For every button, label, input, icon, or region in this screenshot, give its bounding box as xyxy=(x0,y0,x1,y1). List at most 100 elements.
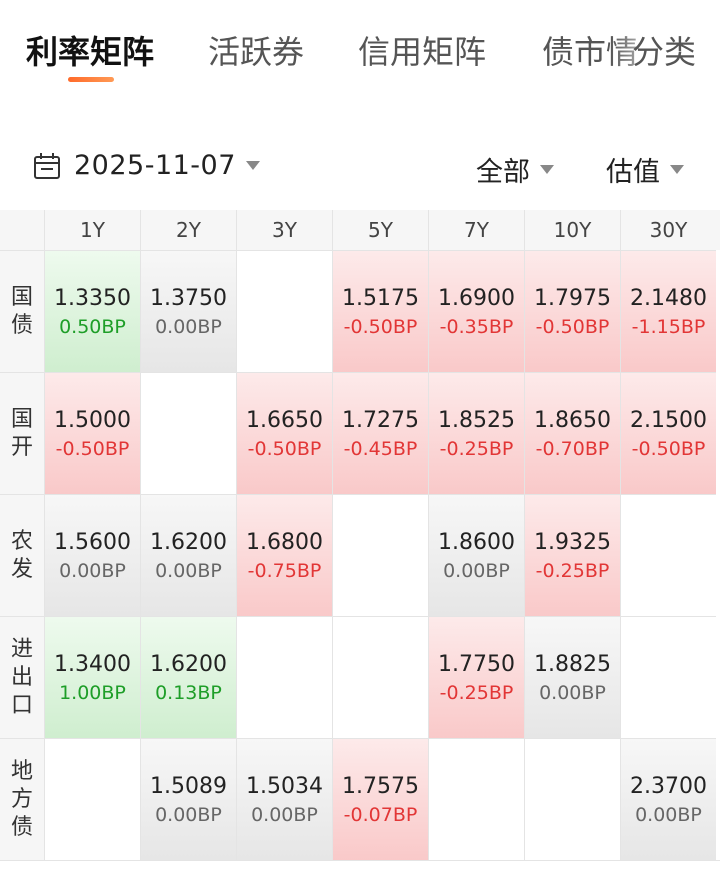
column-header: 30Y xyxy=(620,210,716,250)
row-label-char: 方 xyxy=(10,786,33,812)
column-header: 5Y xyxy=(332,210,428,250)
column-header: 7Y xyxy=(428,210,524,250)
matrix-header-row: 1Y 2Y 3Y 5Y 7Y 10Y 30Y xyxy=(0,210,720,250)
matrix-cell[interactable]: 1.9325 -0.25BP xyxy=(524,494,620,616)
yield-change: 0.50BP xyxy=(59,315,126,338)
yield-change: -0.07BP xyxy=(343,803,418,826)
scope-dropdown[interactable]: 全部 xyxy=(476,150,554,189)
yield-value: 1.3750 xyxy=(150,285,227,311)
matrix-row: 地方债 1.5089 0.00BP 1.5034 0.00BP 1.7575 -0.07BP… xyxy=(0,738,720,860)
yield-value: 1.6200 xyxy=(150,529,227,555)
calendar-icon xyxy=(34,152,60,179)
matrix-cell xyxy=(620,494,716,616)
yield-change: 0.00BP xyxy=(155,559,222,582)
metric-value: 估值 xyxy=(606,157,660,188)
matrix-cell[interactable]: 1.6200 0.13BP xyxy=(140,616,236,738)
matrix-cell[interactable]: 1.7575 -0.07BP xyxy=(332,738,428,860)
yield-change: 0.00BP xyxy=(155,803,222,826)
yield-change: 0.00BP xyxy=(443,559,510,582)
matrix-row: 国债 1.3350 0.50BP 1.3750 0.00BP 1.5175 -0.50BP 1… xyxy=(0,250,720,372)
yield-change: -0.50BP xyxy=(535,315,610,338)
matrix-cell xyxy=(236,250,332,372)
yield-value: 1.5000 xyxy=(54,407,131,433)
row-label-char: 口 xyxy=(10,692,33,718)
row-label: 农发 xyxy=(0,494,44,616)
matrix-cell[interactable]: 1.8825 0.00BP xyxy=(524,616,620,738)
matrix-cell[interactable]: 1.6650 -0.50BP xyxy=(236,372,332,494)
yield-change: -0.50BP xyxy=(55,437,130,460)
date-value: 2025-11-07 xyxy=(74,150,236,181)
matrix-cell xyxy=(332,616,428,738)
matrix-cell[interactable]: 1.5175 -0.50BP xyxy=(332,250,428,372)
row-label-char: 出 xyxy=(10,664,33,690)
matrix-cell xyxy=(140,372,236,494)
yield-change: -0.70BP xyxy=(535,437,610,460)
matrix-cell[interactable]: 1.6200 0.00BP xyxy=(140,494,236,616)
metric-dropdown[interactable]: 估值 xyxy=(606,150,684,189)
yield-value: 1.5089 xyxy=(150,773,227,799)
matrix-cell[interactable]: 2.3700 0.00BP xyxy=(620,738,716,860)
matrix-cell[interactable]: 1.7750 -0.25BP xyxy=(428,616,524,738)
column-header: 2Y xyxy=(140,210,236,250)
matrix-cell[interactable]: 2.1500 -0.50BP xyxy=(620,372,716,494)
matrix-cell[interactable]: 1.8525 -0.25BP xyxy=(428,372,524,494)
column-header: 3Y xyxy=(236,210,332,250)
chevron-down-icon xyxy=(670,165,684,174)
row-label: 进出口 xyxy=(0,616,44,738)
matrix-row: 农发 1.5600 0.00BP 1.6200 0.00BP 1.6800 -0.75BP 1… xyxy=(0,494,720,616)
row-label-char: 地 xyxy=(10,758,33,784)
yield-change: 0.00BP xyxy=(59,559,126,582)
yield-value: 1.7975 xyxy=(534,285,611,311)
tab-credit-matrix[interactable]: 信用矩阵 xyxy=(358,30,486,74)
yield-value: 1.6650 xyxy=(246,407,323,433)
yield-value: 1.8525 xyxy=(438,407,515,433)
matrix-cell xyxy=(44,738,140,860)
matrix-cell[interactable]: 1.5089 0.00BP xyxy=(140,738,236,860)
row-label: 地方债 xyxy=(0,738,44,860)
yield-value: 1.3400 xyxy=(54,651,131,677)
tab-rate-matrix[interactable]: 利率矩阵 xyxy=(26,30,154,74)
yield-value: 1.8650 xyxy=(534,407,611,433)
row-label-char: 国 xyxy=(10,284,33,310)
column-header: 1Y xyxy=(44,210,140,250)
date-picker[interactable]: 2025-11-07 xyxy=(32,150,260,181)
yield-change: -0.45BP xyxy=(343,437,418,460)
yield-value: 1.5175 xyxy=(342,285,419,311)
yield-value: 1.8825 xyxy=(534,651,611,677)
tab-active-bonds[interactable]: 活跃券 xyxy=(208,30,304,74)
matrix-cell[interactable]: 2.1480 -1.15BP xyxy=(620,250,716,372)
yield-change: 0.13BP xyxy=(155,681,222,704)
matrix-cell[interactable]: 1.7275 -0.45BP xyxy=(332,372,428,494)
matrix-cell[interactable]: 1.3400 1.00BP xyxy=(44,616,140,738)
yield-value: 1.6200 xyxy=(150,651,227,677)
yield-change: -0.50BP xyxy=(343,315,418,338)
matrix-cell[interactable]: 1.5000 -0.50BP xyxy=(44,372,140,494)
row-label-char: 债 xyxy=(10,814,33,840)
matrix-row: 进出口 1.3400 1.00BP 1.6200 0.13BP 1.7750 -0.25BP… xyxy=(0,616,720,738)
yield-change: -0.25BP xyxy=(535,559,610,582)
grid-bottom-border xyxy=(0,860,720,861)
matrix-cell[interactable]: 1.6900 -0.35BP xyxy=(428,250,524,372)
yield-value: 1.8600 xyxy=(438,529,515,555)
matrix-cell[interactable]: 1.3750 0.00BP xyxy=(140,250,236,372)
row-label-char: 农 xyxy=(10,528,33,554)
row-label: 国开 xyxy=(0,372,44,494)
matrix-cell[interactable]: 1.5034 0.00BP xyxy=(236,738,332,860)
matrix-cell[interactable]: 1.8650 -0.70BP xyxy=(524,372,620,494)
yield-change: 0.00BP xyxy=(251,803,318,826)
chevron-down-icon xyxy=(540,165,554,174)
tab-category[interactable]: 分类 xyxy=(632,30,696,74)
yield-change: -0.35BP xyxy=(439,315,514,338)
matrix-cell[interactable]: 1.3350 0.50BP xyxy=(44,250,140,372)
yield-change: -1.15BP xyxy=(631,315,706,338)
yield-value: 1.5034 xyxy=(246,773,323,799)
matrix-cell[interactable]: 1.6800 -0.75BP xyxy=(236,494,332,616)
matrix-cell[interactable]: 1.5600 0.00BP xyxy=(44,494,140,616)
matrix-cell[interactable]: 1.8600 0.00BP xyxy=(428,494,524,616)
yield-value: 2.1500 xyxy=(630,407,707,433)
row-label-char: 国 xyxy=(10,406,33,432)
matrix-cell[interactable]: 1.7975 -0.50BP xyxy=(524,250,620,372)
matrix-cell xyxy=(524,738,620,860)
matrix-cell xyxy=(428,738,524,860)
chevron-down-icon xyxy=(245,161,260,170)
